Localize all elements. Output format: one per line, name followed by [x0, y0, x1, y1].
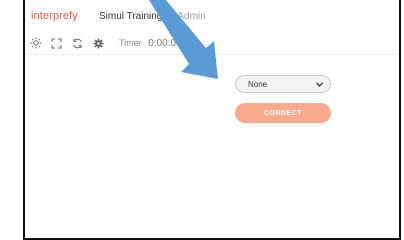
session-title: Simul Training — Admin	[99, 11, 206, 22]
connect-button[interactable]: CONNECT	[235, 103, 331, 123]
session-name: Simul Training	[99, 10, 163, 22]
refresh-icon[interactable]	[67, 32, 88, 54]
channel-select-value: None	[248, 79, 268, 89]
session-role: — Admin	[165, 10, 206, 22]
brand-logo: interprefy	[31, 10, 78, 22]
chevron-down-icon	[315, 80, 324, 91]
timer-value: 0:00:00	[148, 37, 182, 49]
app-window: interprefy Simul Training — Admin Timer …	[23, 0, 401, 240]
gear-icon[interactable]	[88, 32, 109, 54]
channel-select[interactable]: None	[235, 75, 331, 93]
top-bar: interprefy Simul Training — Admin	[25, 0, 399, 32]
sun-icon[interactable]	[25, 32, 46, 54]
fullscreen-icon[interactable]	[46, 32, 67, 54]
timer-label: Timer	[119, 37, 142, 48]
toolbar: Timer 0:00:00	[25, 32, 399, 55]
session-timer: Timer 0:00:00	[119, 38, 182, 49]
